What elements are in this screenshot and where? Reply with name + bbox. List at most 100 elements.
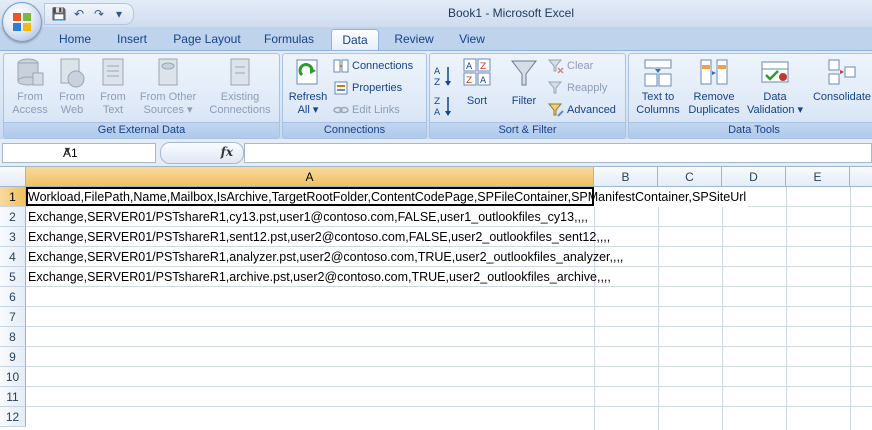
from-other-sources-button[interactable]: From Other Sources ▾ <box>134 57 202 117</box>
row-header[interactable]: 8 <box>0 327 26 347</box>
tab-insert[interactable]: Insert <box>104 29 160 49</box>
connections-icon <box>333 59 349 73</box>
text-to-columns-button[interactable]: Text to Columns <box>631 57 685 117</box>
row-header[interactable]: 3 <box>0 227 26 247</box>
properties-label: Properties <box>352 82 403 94</box>
advanced-button[interactable]: Advanced <box>548 102 616 120</box>
row-header[interactable]: 1 <box>0 187 26 207</box>
sort-dialog-icon: A ZZ A <box>463 58 491 86</box>
column-header-b[interactable]: B <box>594 167 658 187</box>
from-access-button[interactable]: From Access <box>8 57 52 117</box>
column-header-c[interactable]: C <box>658 167 722 187</box>
formula-controls: fx <box>160 142 244 164</box>
funnel-icon <box>510 60 538 86</box>
refresh-icon <box>296 59 318 85</box>
row-header[interactable]: 2 <box>0 207 26 227</box>
formula-input[interactable] <box>244 143 872 163</box>
data-validation-label-2: Validation ▾ <box>746 104 804 116</box>
refresh-all-button[interactable]: Refresh All ▾ <box>285 57 331 117</box>
reapply-button[interactable]: Reapply <box>548 80 607 98</box>
edit-links-label: Edit Links <box>352 104 400 116</box>
select-all-corner[interactable] <box>0 167 26 187</box>
row-header[interactable]: 11 <box>0 387 26 407</box>
name-box[interactable]: A1 ▼ <box>2 143 156 163</box>
existing-connections-button[interactable]: Existing Connections <box>204 57 276 117</box>
data-validation-icon <box>761 61 789 83</box>
tab-home[interactable]: Home <box>48 29 102 49</box>
office-button[interactable] <box>2 2 42 42</box>
sort-a-to-z-button[interactable]: AZ <box>433 64 456 88</box>
cell-a3[interactable]: Exchange,SERVER01/PSTshareR1,sent12.pst,… <box>28 227 610 247</box>
edit-links-button[interactable]: Edit Links <box>333 102 400 120</box>
svg-text:A: A <box>480 76 487 86</box>
row-header[interactable]: 6 <box>0 287 26 307</box>
cell-a4[interactable]: Exchange,SERVER01/PSTshareR1,analyzer.ps… <box>28 247 623 267</box>
from-text-button[interactable]: From Text <box>92 57 134 117</box>
sort-z-to-a-button[interactable]: ZA <box>433 94 456 118</box>
cell-a5[interactable]: Exchange,SERVER01/PSTshareR1,archive.pst… <box>28 267 611 287</box>
text-file-icon <box>102 58 124 86</box>
filter-label: Filter <box>511 95 537 107</box>
from-web-button[interactable]: From Web <box>52 57 92 117</box>
from-text-label-2: Text <box>102 104 124 116</box>
column-header-f-partial[interactable] <box>850 167 872 187</box>
from-web-label-1: From <box>59 91 85 103</box>
svg-text:Z: Z <box>434 97 440 107</box>
quick-access-toolbar: 💾 ↶ ↷ ▾ <box>44 3 134 25</box>
row-header[interactable]: 7 <box>0 307 26 327</box>
worksheet-grid: A B C D E 1 2 3 4 5 6 7 8 9 10 11 12 Wor… <box>0 167 872 430</box>
tab-data[interactable]: Data <box>331 29 379 50</box>
tab-view[interactable]: View <box>448 29 496 49</box>
redo-icon[interactable]: ↷ <box>91 6 107 22</box>
refresh-label-1: Refresh <box>288 91 328 103</box>
reapply-icon <box>548 81 563 94</box>
row-header[interactable]: 12 <box>0 407 26 427</box>
row-header[interactable]: 9 <box>0 347 26 367</box>
sort-ascending-icon: AZ <box>434 67 451 88</box>
other-sources-icon <box>158 58 178 86</box>
chevron-down-icon[interactable]: ▼ <box>63 145 153 155</box>
grid-line <box>26 306 872 307</box>
database-icon <box>17 58 44 86</box>
text-to-columns-icon <box>644 59 672 87</box>
remove-duplicates-label-2: Duplicates <box>688 104 740 116</box>
svg-text:Z: Z <box>434 78 440 88</box>
svg-text:A: A <box>434 108 441 118</box>
undo-icon[interactable]: ↶ <box>71 6 87 22</box>
filter-button[interactable]: Filter <box>506 57 542 108</box>
tab-formulas[interactable]: Formulas <box>254 29 324 49</box>
properties-button[interactable]: Properties <box>333 80 402 98</box>
remove-duplicates-button[interactable]: Remove Duplicates <box>685 57 743 117</box>
save-icon[interactable]: 💾 <box>51 6 67 22</box>
formula-bar: A1 ▼ fx <box>0 139 872 167</box>
reapply-label: Reapply <box>567 82 608 94</box>
group-sort-filter: AZ ZA AZZA Sort Filter Clear Reapply Adv… <box>429 53 626 139</box>
from-access-label-2: Access <box>12 104 48 116</box>
tab-review[interactable]: Review <box>384 29 444 49</box>
grid-line <box>850 187 851 430</box>
grid-line <box>26 386 872 387</box>
column-header-d[interactable]: D <box>722 167 786 187</box>
column-header-a[interactable]: A <box>26 167 594 187</box>
clear-label: Clear <box>567 60 594 72</box>
data-validation-button[interactable]: Data Validation ▾ <box>743 57 807 117</box>
row-header[interactable]: 10 <box>0 367 26 387</box>
row-header[interactable]: 4 <box>0 247 26 267</box>
column-header-e[interactable]: E <box>786 167 850 187</box>
group-get-external-data: From Access From Web From Text From Othe… <box>3 53 280 139</box>
active-cell-border <box>26 187 594 206</box>
grid-line <box>658 187 659 430</box>
customize-qat-icon[interactable]: ▾ <box>111 6 127 22</box>
from-text-label-1: From <box>100 91 126 103</box>
connections-button[interactable]: Connections <box>333 58 413 76</box>
existing-label-2: Connections <box>209 104 271 116</box>
clear-button[interactable]: Clear <box>548 58 593 76</box>
cell-a2[interactable]: Exchange,SERVER01/PSTshareR1,cy13.pst,us… <box>28 207 588 227</box>
consolidate-button[interactable]: Consolidate <box>809 57 872 104</box>
properties-icon <box>334 81 348 95</box>
grid-line <box>26 366 872 367</box>
row-header[interactable]: 5 <box>0 267 26 287</box>
insert-function-icon[interactable]: fx <box>221 145 233 159</box>
tab-page-layout[interactable]: Page Layout <box>164 29 250 49</box>
sort-button[interactable]: AZZA Sort <box>460 57 494 108</box>
